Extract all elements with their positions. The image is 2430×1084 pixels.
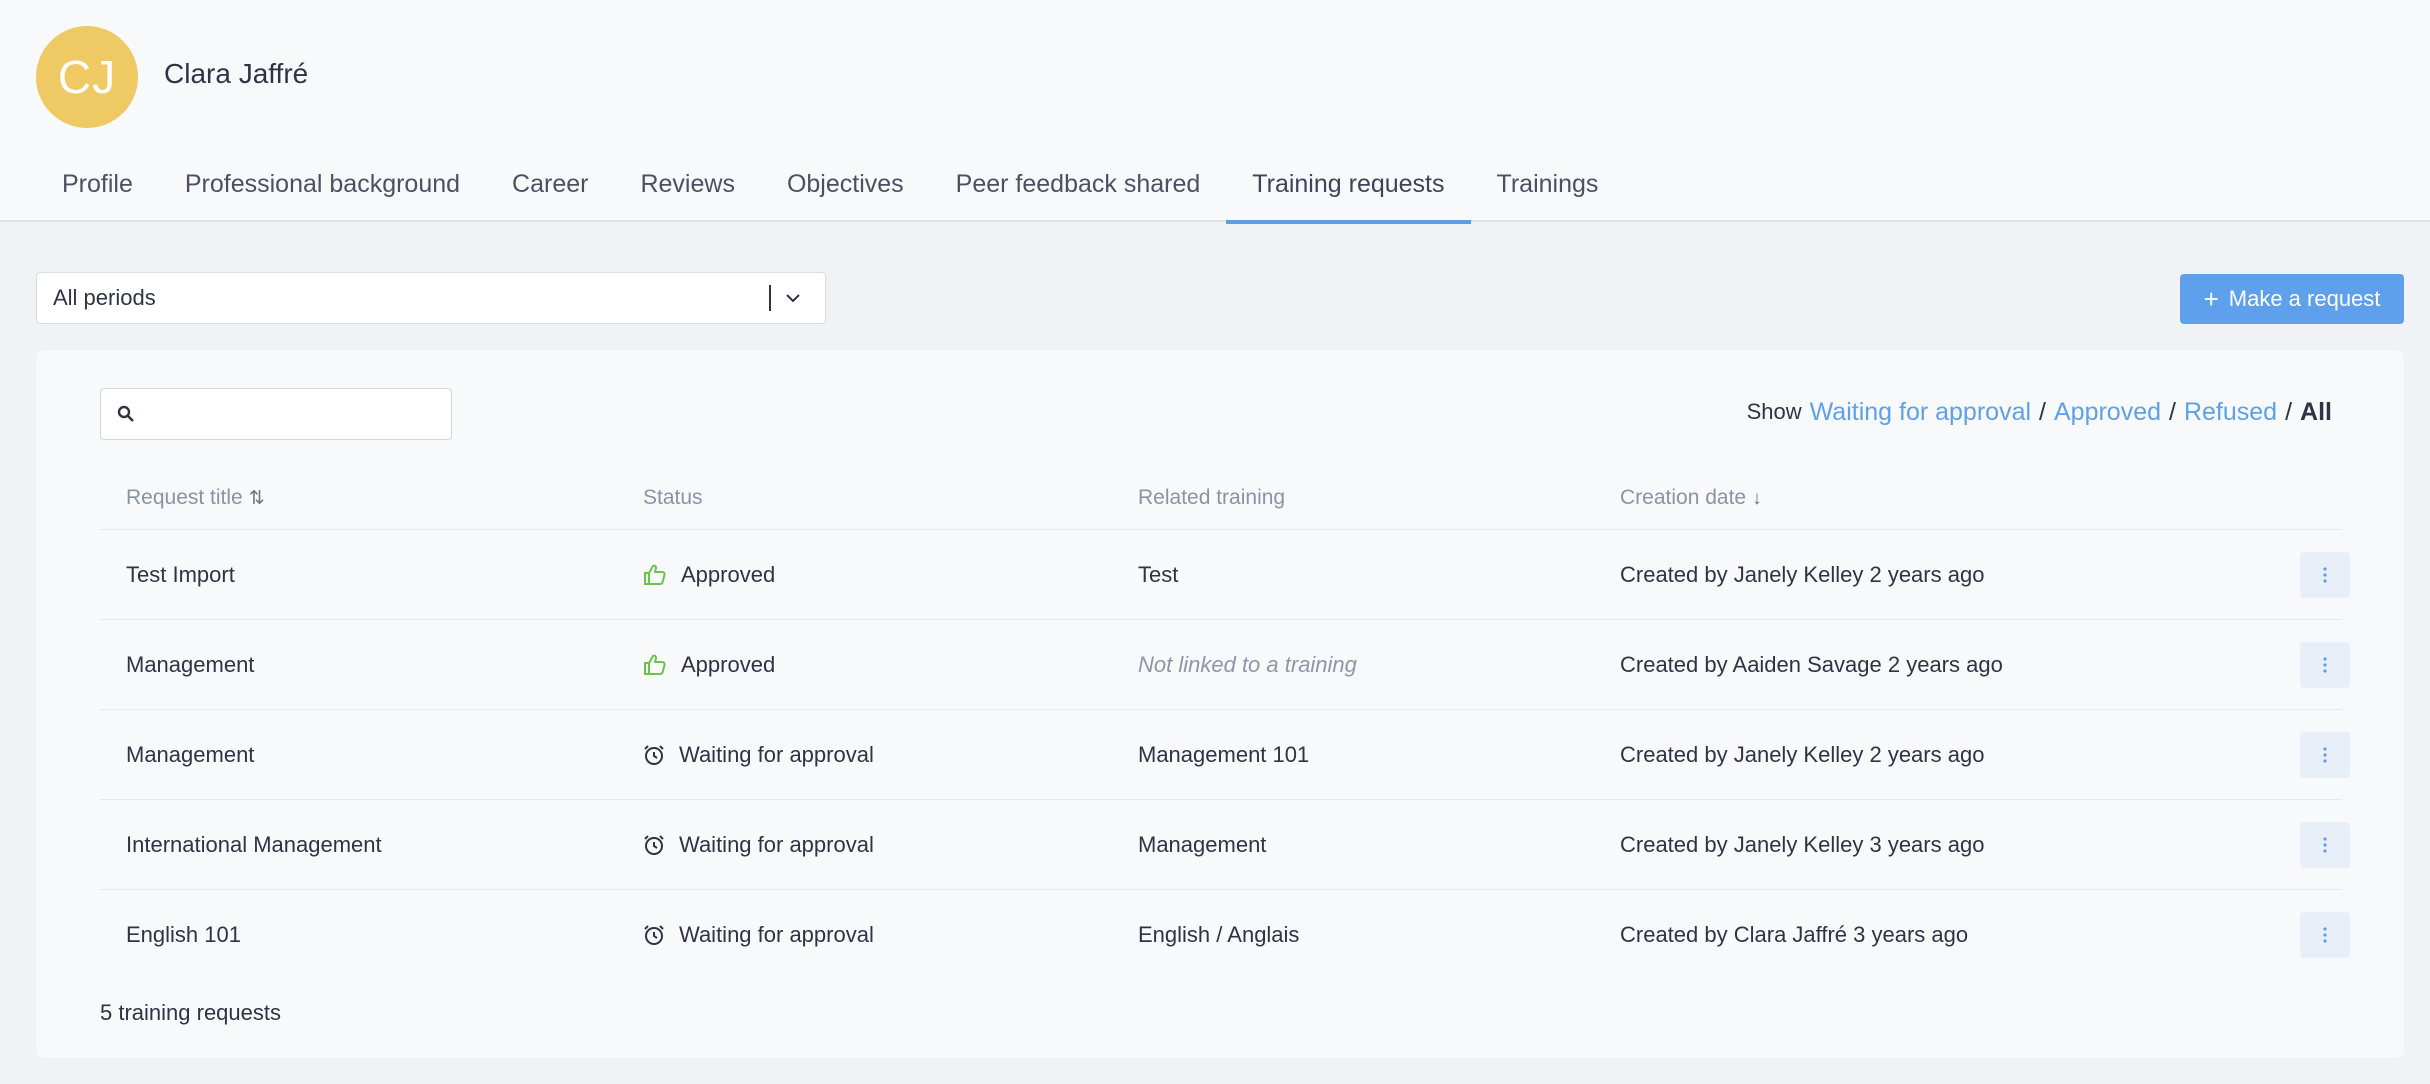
filter-label: Show bbox=[1746, 399, 1802, 424]
arrow-down-icon: ↓ bbox=[1752, 488, 1762, 509]
thumbs-up-icon bbox=[643, 654, 667, 676]
make-request-label: Make a request bbox=[2228, 286, 2381, 311]
table-header: Request title ⇅ Status Related training C… bbox=[100, 468, 2342, 530]
request-status: Approved bbox=[643, 562, 775, 588]
alarm-clock-icon bbox=[643, 834, 665, 856]
request-title[interactable]: International Management bbox=[126, 832, 382, 858]
request-title[interactable]: English 101 bbox=[126, 922, 241, 948]
profile-tabs: Profile Professional background Career R… bbox=[36, 150, 1625, 224]
column-related-training: Related training bbox=[1138, 486, 1286, 509]
related-training: Management 101 bbox=[1138, 741, 1310, 767]
table-row[interactable]: English 101 Waiting for approval English /… bbox=[100, 890, 2350, 980]
select-separator bbox=[769, 285, 771, 311]
related-training: Test bbox=[1138, 561, 1179, 587]
more-vertical-icon bbox=[2323, 837, 2327, 853]
request-count: 5 training requests bbox=[100, 1000, 281, 1025]
row-actions-button[interactable] bbox=[2300, 552, 2350, 598]
tab-training-requests[interactable]: Training requests bbox=[1226, 150, 1471, 224]
chevron-down-icon[interactable] bbox=[785, 273, 825, 323]
thumbs-up-icon bbox=[643, 564, 667, 586]
creation-info: Created by Janely Kelley 2 years ago bbox=[1620, 741, 1985, 767]
status-label: Approved bbox=[681, 561, 776, 587]
search-icon bbox=[117, 405, 135, 423]
tab-trainings[interactable]: Trainings bbox=[1471, 150, 1625, 222]
tab-professional-background[interactable]: Professional background bbox=[159, 150, 486, 222]
more-vertical-icon bbox=[2323, 567, 2327, 583]
column-creation-date[interactable]: Creation date ↓ bbox=[1620, 486, 1762, 510]
tab-career[interactable]: Career bbox=[486, 150, 614, 222]
request-status: Waiting for approval bbox=[643, 922, 874, 948]
table-row[interactable]: Test Import Approved Test Created by Janely… bbox=[100, 530, 2350, 620]
filter-all[interactable]: All bbox=[2300, 398, 2332, 427]
table-row[interactable]: Management Approved Not linked to a traini… bbox=[100, 620, 2350, 710]
related-training: Not linked to a training bbox=[1138, 651, 1357, 677]
row-actions-button[interactable] bbox=[2300, 912, 2350, 958]
tab-reviews[interactable]: Reviews bbox=[614, 150, 760, 222]
filter-refused[interactable]: Refused bbox=[2184, 398, 2277, 427]
creation-info: Created by Janely Kelley 2 years ago bbox=[1620, 561, 1985, 587]
request-title[interactable]: Test Import bbox=[126, 562, 235, 588]
related-training: Management bbox=[1138, 831, 1267, 857]
profile-header: CJ Clara Jaffré Profile Professional bac… bbox=[0, 0, 2430, 224]
related-training: English / Anglais bbox=[1138, 922, 1300, 947]
request-status: Waiting for approval bbox=[643, 832, 874, 858]
filter-approved[interactable]: Approved bbox=[2054, 398, 2161, 427]
user-name: Clara Jaffré bbox=[164, 58, 309, 89]
tab-peer-feedback-shared[interactable]: Peer feedback shared bbox=[930, 150, 1227, 222]
make-request-button[interactable]: + Make a request bbox=[2180, 274, 2404, 324]
avatar: CJ bbox=[36, 26, 138, 128]
request-title[interactable]: Management bbox=[126, 742, 254, 768]
creation-info: Created by Janely Kelley 3 years ago bbox=[1620, 831, 1985, 857]
tab-profile[interactable]: Profile bbox=[36, 150, 159, 222]
period-select[interactable]: All periods bbox=[36, 272, 826, 324]
status-label: Waiting for approval bbox=[679, 831, 874, 857]
column-request-title[interactable]: Request title ⇅ bbox=[126, 486, 265, 510]
tab-objectives[interactable]: Objectives bbox=[761, 150, 930, 222]
training-requests-table: Request title ⇅ Status Related training C… bbox=[100, 468, 2350, 980]
creation-info: Created by Aaiden Savage 2 years ago bbox=[1620, 651, 2003, 677]
alarm-clock-icon bbox=[643, 924, 665, 946]
search-input[interactable] bbox=[145, 402, 445, 426]
creation-info: Created by Clara Jaffré 3 years ago bbox=[1620, 922, 1969, 947]
row-actions-button[interactable] bbox=[2300, 732, 2350, 778]
status-label: Approved bbox=[681, 651, 776, 677]
row-actions-button[interactable] bbox=[2300, 822, 2350, 868]
more-vertical-icon bbox=[2323, 927, 2327, 943]
plus-icon: + bbox=[2203, 284, 2219, 314]
table-row[interactable]: Management Waiting for approval Management… bbox=[100, 710, 2350, 800]
search-box[interactable] bbox=[100, 388, 452, 440]
more-vertical-icon bbox=[2323, 657, 2327, 673]
period-select-value: All periods bbox=[53, 285, 156, 310]
training-requests-card: Show Waiting for approval / Approved / R… bbox=[36, 350, 2404, 1058]
request-status: Approved bbox=[643, 652, 775, 678]
sort-both-icon: ⇅ bbox=[248, 488, 265, 509]
filter-waiting-for-approval[interactable]: Waiting for approval bbox=[1810, 398, 2031, 427]
request-title[interactable]: Management bbox=[126, 652, 254, 678]
status-label: Waiting for approval bbox=[679, 741, 874, 767]
status-label: Waiting for approval bbox=[679, 922, 874, 947]
avatar-initials: CJ bbox=[57, 51, 117, 103]
more-vertical-icon bbox=[2323, 747, 2327, 763]
status-filter: Show Waiting for approval / Approved / R… bbox=[1746, 397, 2332, 427]
request-status: Waiting for approval bbox=[643, 742, 874, 768]
row-actions-button[interactable] bbox=[2300, 642, 2350, 688]
table-row[interactable]: International Management Waiting for appr… bbox=[100, 800, 2350, 890]
alarm-clock-icon bbox=[643, 744, 665, 766]
column-status: Status bbox=[643, 486, 703, 509]
